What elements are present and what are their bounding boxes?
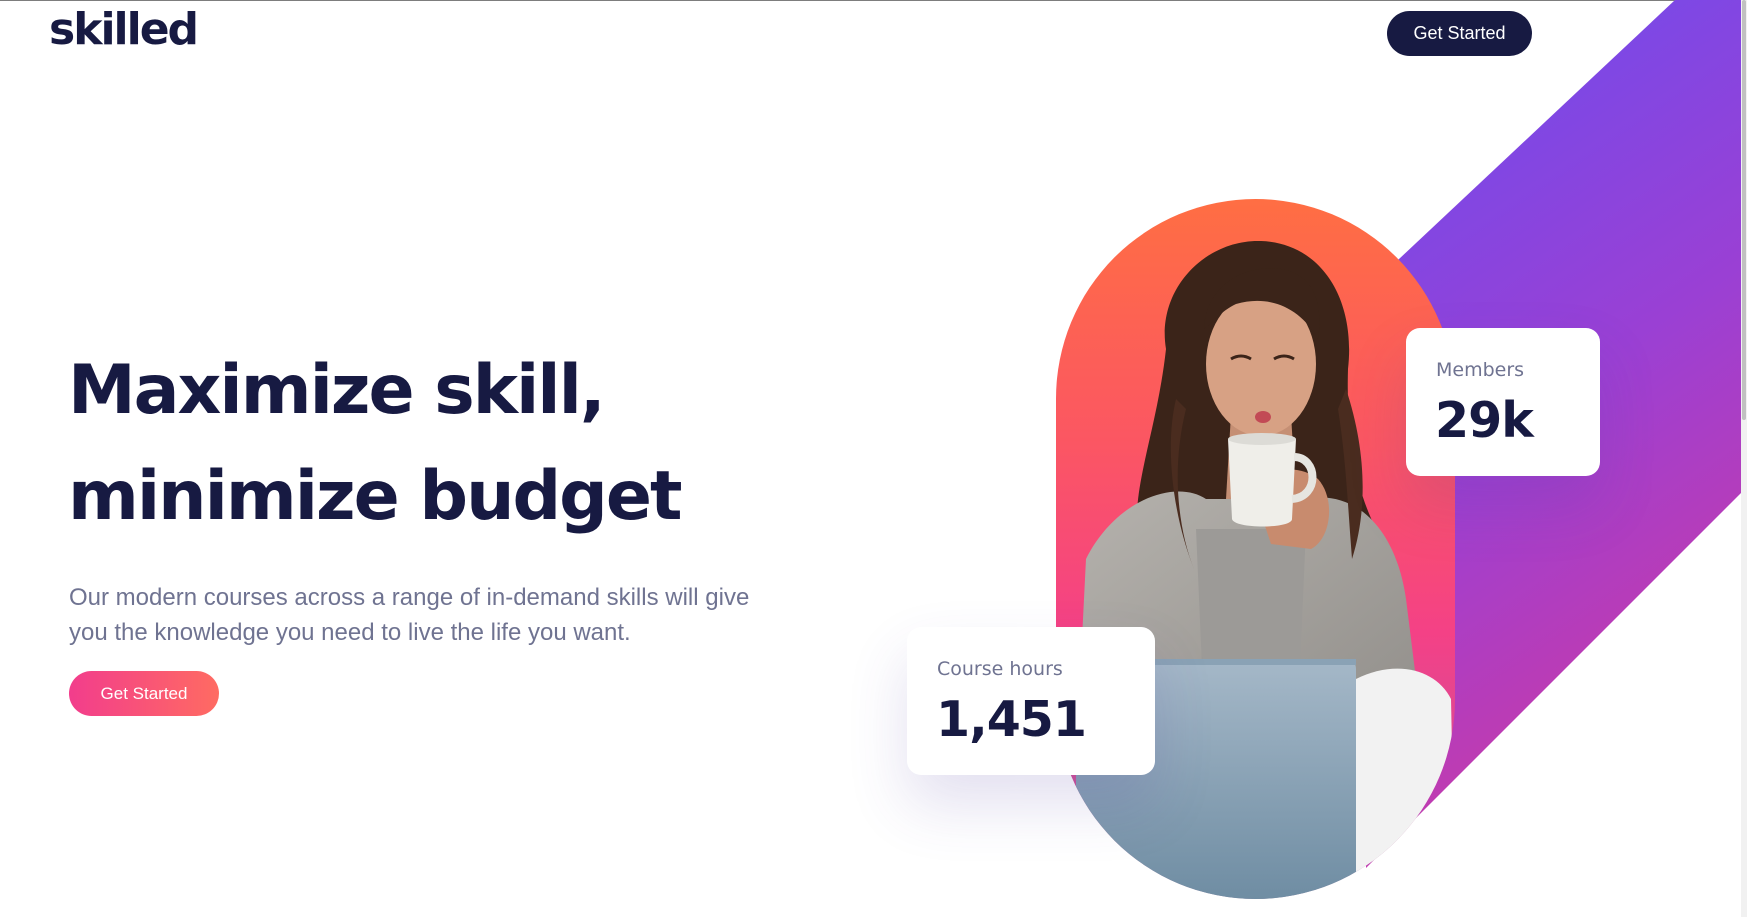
hero-headline: Maximize skill, minimize budget [68, 338, 682, 550]
page-scrollbar[interactable] [1741, 0, 1747, 917]
logo[interactable]: skilled [49, 4, 199, 55]
hero-get-started-button[interactable]: Get Started [69, 671, 219, 716]
landing-page: skilled Get Started Maximize skill, mini… [0, 0, 1747, 917]
hero-description: Our modern courses across a range of in-… [69, 584, 750, 646]
members-stat-card: Members 29k [1406, 328, 1600, 476]
course-hours-stat-value: 1,451 [936, 691, 1087, 748]
hero-image-frame [1056, 199, 1455, 899]
woman-drinking-coffee-photo [1076, 240, 1455, 899]
course-hours-stat-card: Course hours 1,451 [907, 627, 1155, 775]
members-stat-label: Members [1436, 359, 1525, 381]
header-get-started-button[interactable]: Get Started [1387, 11, 1532, 56]
members-stat-value: 29k [1435, 392, 1534, 449]
course-hours-stat-label: Course hours [937, 658, 1063, 680]
hero-headline-line-2: minimize budget [68, 457, 682, 536]
hero-headline-line-1: Maximize skill, [68, 351, 606, 430]
page-scrollbar-thumb[interactable] [1742, 0, 1746, 420]
